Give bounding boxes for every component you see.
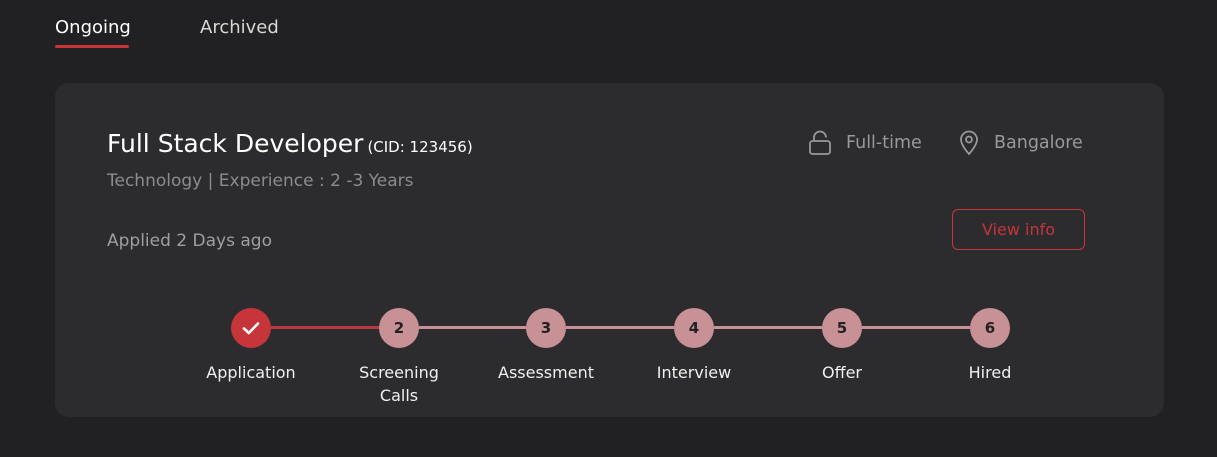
application-card: Full Stack Developer (CID: 123456) Techno… [55, 83, 1164, 417]
progress-connector [714, 326, 822, 329]
step-label: Interview [634, 361, 754, 384]
step-number-badge: 6 [970, 308, 1010, 348]
tab-ongoing[interactable]: Ongoing [55, 14, 131, 42]
tab-active-indicator [55, 45, 129, 48]
step-label-line: Assessment [498, 363, 594, 382]
progress-connector [419, 326, 526, 329]
step-label: Screening Calls [339, 361, 459, 407]
step-number-badge: 4 [674, 308, 714, 348]
step-label-line: Hired [968, 363, 1012, 382]
step-number-badge: 5 [822, 308, 862, 348]
step-label-line: Interview [656, 363, 732, 382]
step-completed-check-icon [231, 308, 271, 348]
step-number-badge: 2 [379, 308, 419, 348]
progress-tracker: Application 2 Screening Calls 3 Assessment 4 In… [55, 83, 1164, 417]
step-label: Assessment [486, 361, 606, 384]
step-number-badge: 3 [526, 308, 566, 348]
step-label-line: Screening [359, 363, 439, 382]
step-label: Offer [782, 361, 902, 384]
step-label: Application [191, 361, 311, 384]
step-label: Hired [930, 361, 1050, 384]
progress-connector [862, 326, 970, 329]
progress-connector [271, 326, 379, 329]
tab-archived[interactable]: Archived [200, 14, 279, 42]
progress-connector [566, 326, 674, 329]
step-label-line: Calls [379, 386, 419, 405]
step-label-line: Offer [821, 363, 863, 382]
step-label-line: Application [206, 363, 296, 382]
